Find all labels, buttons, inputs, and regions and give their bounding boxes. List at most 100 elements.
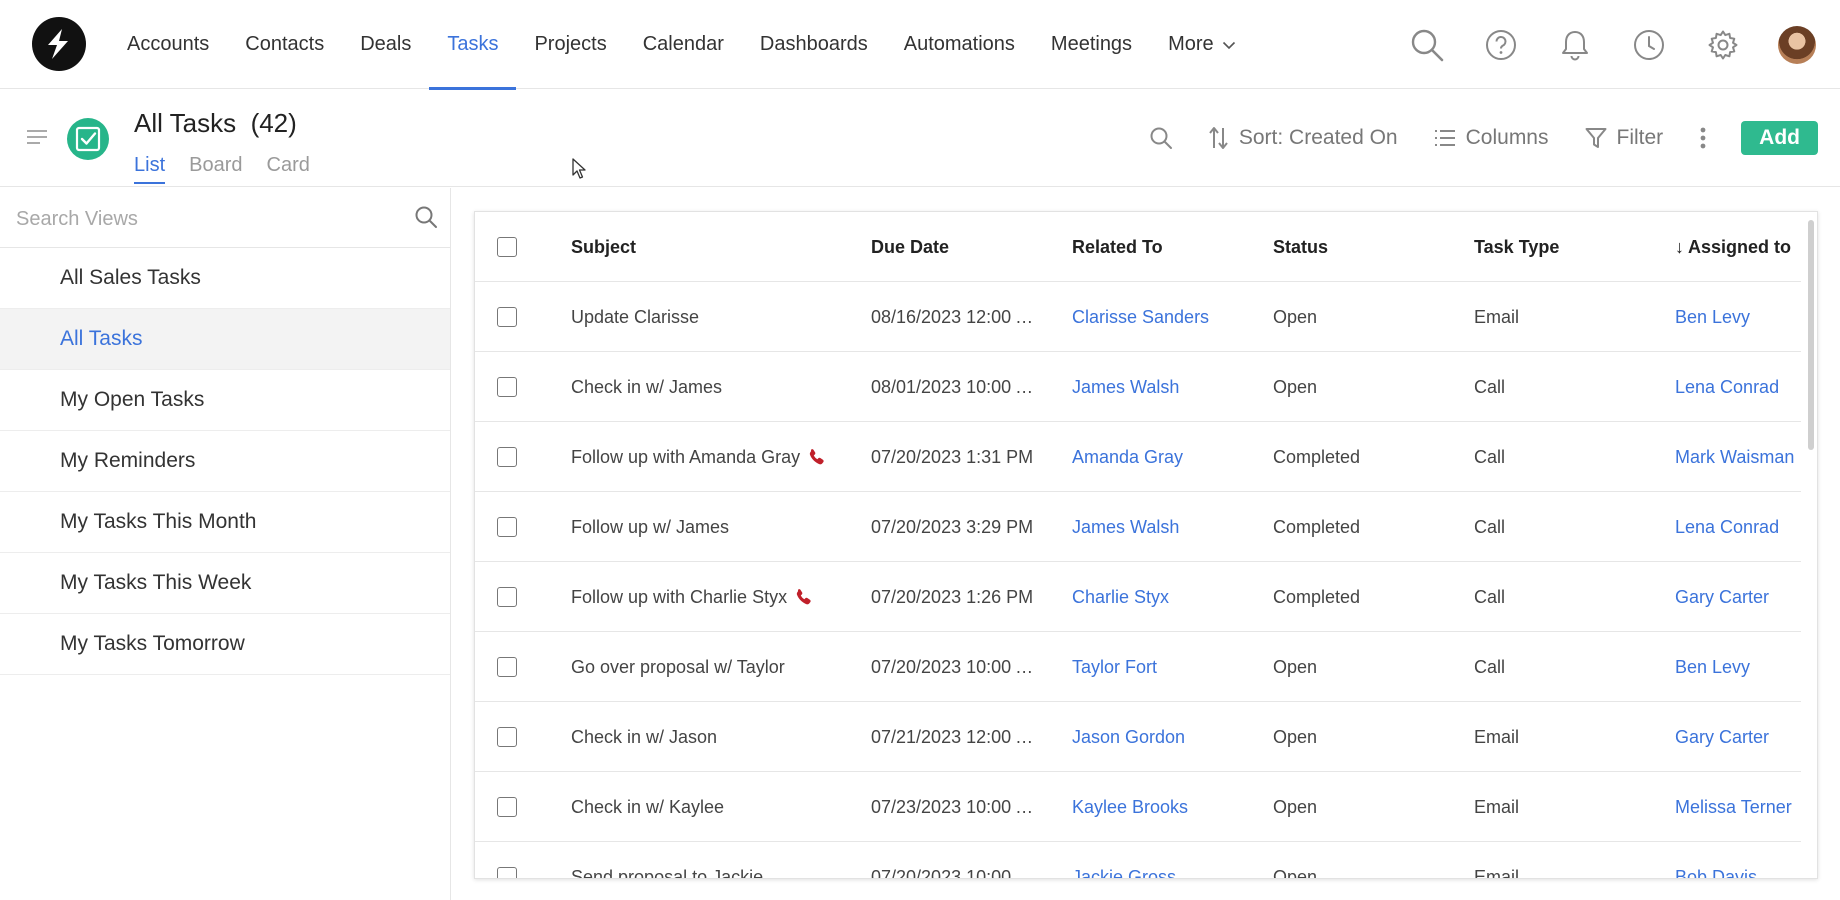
assigned-to-link[interactable]: Gary Carter bbox=[1675, 727, 1769, 748]
subject-cell[interactable]: Update Clarisse bbox=[571, 282, 861, 352]
recent-button[interactable] bbox=[1612, 0, 1686, 89]
nav-item-dashboards[interactable]: Dashboards bbox=[742, 0, 886, 89]
more-options-button[interactable] bbox=[1699, 126, 1707, 150]
assigned-to-link[interactable]: Gary Carter bbox=[1675, 587, 1769, 608]
table-row[interactable]: Send proposal to Jackie 07/20/2023 10:00 … bbox=[475, 842, 1801, 879]
row-checkbox[interactable] bbox=[497, 517, 517, 537]
related-to-link[interactable]: Jason Gordon bbox=[1072, 727, 1185, 748]
subject-cell[interactable]: Check in w/ Jason bbox=[571, 702, 861, 772]
assigned-to-link[interactable]: Lena Conrad bbox=[1675, 517, 1779, 538]
due-date-text: 07/20/2023 1:26 PM bbox=[871, 586, 1034, 607]
search-views-input[interactable] bbox=[16, 203, 396, 235]
nav-item-more[interactable]: More bbox=[1150, 0, 1254, 89]
nav-item-tasks[interactable]: Tasks bbox=[429, 0, 517, 90]
help-button[interactable] bbox=[1464, 0, 1538, 89]
assigned-to-link[interactable]: Lena Conrad bbox=[1675, 377, 1779, 398]
add-button[interactable]: Add bbox=[1741, 121, 1818, 155]
select-all-cell bbox=[497, 212, 521, 282]
table-search-button[interactable] bbox=[1149, 126, 1173, 150]
task-type-cell: Email bbox=[1474, 726, 1520, 747]
column-header-task-type[interactable]: Task Type bbox=[1474, 212, 1654, 282]
filter-button[interactable]: Filter bbox=[1585, 126, 1663, 150]
nav-item-deals[interactable]: Deals bbox=[342, 0, 429, 89]
table-row[interactable]: Update Clarisse 08/16/2023 12:00 AM Claris… bbox=[475, 282, 1801, 352]
row-checkbox[interactable] bbox=[497, 587, 517, 607]
view-item-all-sales-tasks[interactable]: All Sales Tasks bbox=[0, 248, 450, 309]
due-date-text: 08/01/2023 10:00 AM bbox=[871, 376, 1036, 397]
tab-board[interactable]: Board bbox=[189, 154, 242, 184]
row-checkbox[interactable] bbox=[497, 307, 517, 327]
row-checkbox[interactable] bbox=[497, 377, 517, 397]
related-to-link[interactable]: Charlie Styx bbox=[1072, 587, 1169, 608]
assigned-to-link[interactable]: Melissa Terner bbox=[1675, 797, 1792, 818]
table-row[interactable]: Check in w/ James 08/01/2023 10:00 AM Jame… bbox=[475, 352, 1801, 422]
due-date-text: 07/23/2023 10:00 AM bbox=[871, 796, 1036, 817]
row-checkbox[interactable] bbox=[497, 447, 517, 467]
nav-item-label: Projects bbox=[534, 33, 607, 55]
settings-button[interactable] bbox=[1686, 0, 1760, 89]
assigned-to-cell: Lena Conrad bbox=[1675, 352, 1801, 422]
task-type-cell: Call bbox=[1474, 516, 1506, 537]
subject-cell[interactable]: Send proposal to Jackie bbox=[571, 842, 861, 879]
view-item-my-tasks-this-week[interactable]: My Tasks This Week bbox=[0, 553, 450, 614]
related-to-link[interactable]: Taylor Fort bbox=[1072, 657, 1157, 678]
nav-item-contacts[interactable]: Contacts bbox=[227, 0, 342, 89]
column-header-status[interactable]: Status bbox=[1273, 212, 1453, 282]
subject-cell[interactable]: Follow up with Charlie Styx bbox=[571, 562, 861, 632]
assigned-to-link[interactable]: Mark Waisman bbox=[1675, 447, 1794, 468]
table-row[interactable]: Go over proposal w/ Taylor 07/20/2023 10:… bbox=[475, 632, 1801, 702]
view-item-all-tasks[interactable]: All Tasks bbox=[0, 309, 450, 370]
app-logo[interactable] bbox=[32, 17, 86, 71]
row-checkbox[interactable] bbox=[497, 797, 517, 817]
table-row[interactable]: Check in w/ Jason 07/21/2023 12:00 AM Jaso… bbox=[475, 702, 1801, 772]
table-scrollbar[interactable] bbox=[1808, 220, 1814, 450]
view-item-my-tasks-this-month[interactable]: My Tasks This Month bbox=[0, 492, 450, 553]
select-all-checkbox[interactable] bbox=[497, 237, 517, 257]
row-checkbox[interactable] bbox=[497, 867, 517, 878]
column-header-due-date[interactable]: Due Date bbox=[871, 212, 1036, 282]
columns-button[interactable]: Columns bbox=[1434, 126, 1549, 150]
related-to-link[interactable]: Kaylee Brooks bbox=[1072, 797, 1188, 818]
sort-button[interactable]: Sort: Created On bbox=[1209, 126, 1398, 150]
subject-cell[interactable]: Go over proposal w/ Taylor bbox=[571, 632, 861, 702]
subject-cell[interactable]: Follow up w/ James bbox=[571, 492, 861, 562]
assigned-to-link[interactable]: Bob Davis bbox=[1675, 867, 1757, 879]
view-toolbar: Sort: Created On Columns Filter Add bbox=[1113, 120, 1818, 156]
related-to-link[interactable]: Jackie Gross bbox=[1072, 867, 1176, 879]
hamburger-icon[interactable] bbox=[26, 128, 48, 146]
column-header-assigned-to[interactable]: ↓ Assigned to bbox=[1675, 212, 1801, 282]
related-to-link[interactable]: Amanda Gray bbox=[1072, 447, 1183, 468]
related-to-link[interactable]: Clarisse Sanders bbox=[1072, 307, 1209, 328]
view-item-my-tasks-tomorrow[interactable]: My Tasks Tomorrow bbox=[0, 614, 450, 675]
nav-item-accounts[interactable]: Accounts bbox=[109, 0, 227, 89]
tab-list[interactable]: List bbox=[134, 154, 166, 184]
nav-item-meetings[interactable]: Meetings bbox=[1033, 0, 1150, 89]
table-row[interactable]: Follow up w/ James 07/20/2023 3:29 PM Jame… bbox=[475, 492, 1801, 562]
global-search-button[interactable] bbox=[1390, 0, 1464, 89]
related-to-link[interactable]: James Walsh bbox=[1072, 377, 1179, 398]
nav-item-calendar[interactable]: Calendar bbox=[625, 0, 742, 89]
table-row[interactable]: Follow up with Amanda Gray 07/20/2023 1:3… bbox=[475, 422, 1801, 492]
subject-cell[interactable]: Check in w/ James bbox=[571, 352, 861, 422]
status-cell: Open bbox=[1273, 796, 1318, 817]
assigned-to-link[interactable]: Ben Levy bbox=[1675, 657, 1750, 678]
view-item-my-open-tasks[interactable]: My Open Tasks bbox=[0, 370, 450, 431]
assigned-to-link[interactable]: Ben Levy bbox=[1675, 307, 1750, 328]
column-header-subject[interactable]: Subject bbox=[571, 212, 861, 282]
search-icon[interactable] bbox=[414, 205, 438, 229]
subject-cell[interactable]: Follow up with Amanda Gray bbox=[571, 422, 861, 492]
related-to-link[interactable]: James Walsh bbox=[1072, 517, 1179, 538]
related-to-cell: James Walsh bbox=[1072, 352, 1262, 422]
table-row[interactable]: Check in w/ Kaylee 07/23/2023 10:00 AM Kay… bbox=[475, 772, 1801, 842]
subject-cell[interactable]: Check in w/ Kaylee bbox=[571, 772, 861, 842]
nav-item-projects[interactable]: Projects bbox=[516, 0, 624, 89]
row-checkbox[interactable] bbox=[497, 727, 517, 747]
nav-item-automations[interactable]: Automations bbox=[886, 0, 1033, 89]
column-header-related-to[interactable]: Related To bbox=[1072, 212, 1262, 282]
tab-card[interactable]: Card bbox=[267, 154, 310, 184]
row-checkbox[interactable] bbox=[497, 657, 517, 677]
view-item-my-reminders[interactable]: My Reminders bbox=[0, 431, 450, 492]
avatar[interactable] bbox=[1778, 25, 1816, 64]
table-row[interactable]: Follow up with Charlie Styx 07/20/2023 1:… bbox=[475, 562, 1801, 632]
notifications-button[interactable] bbox=[1538, 0, 1612, 89]
